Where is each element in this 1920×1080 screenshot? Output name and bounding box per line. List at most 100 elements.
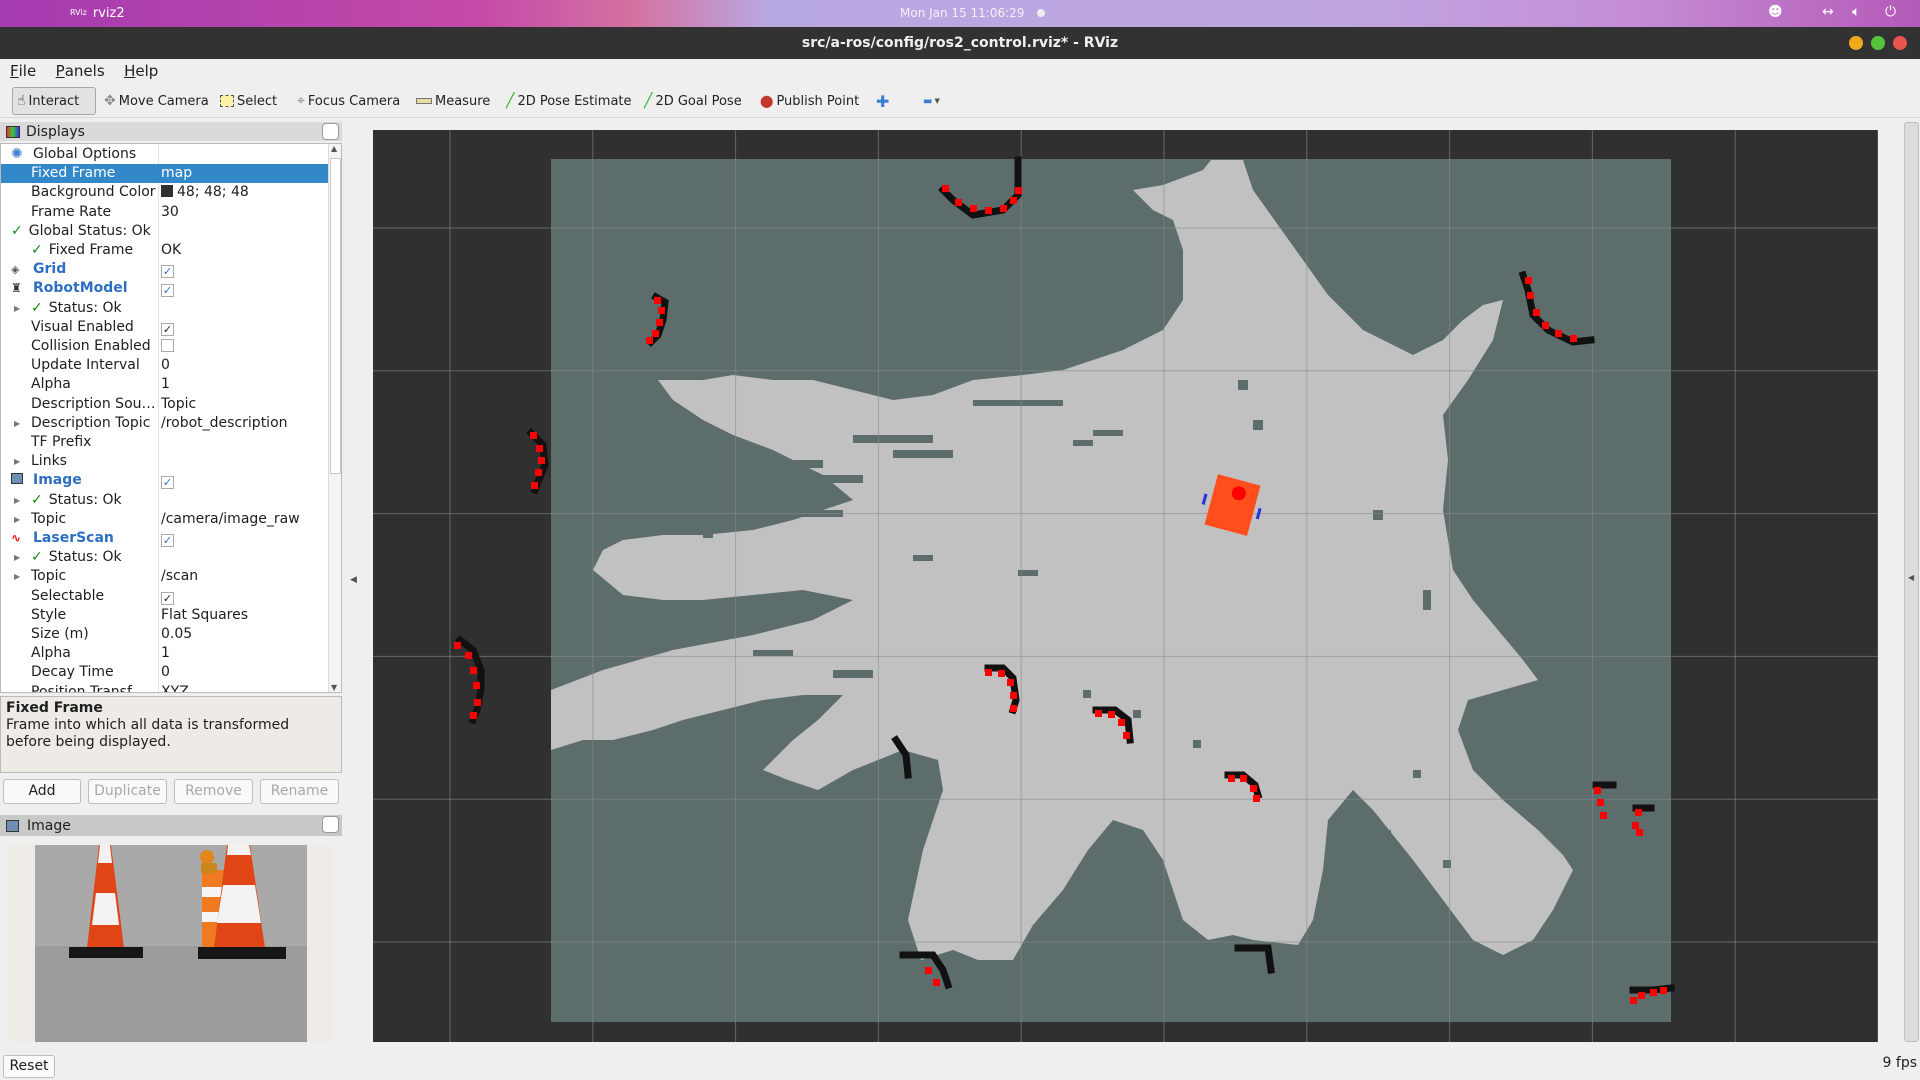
add-tool-button[interactable]: ✚ [872,87,893,115]
tree-row[interactable]: ▶ ✓ Status: Ok [1,491,328,510]
collapse-right-dock-handle[interactable]: ◀ [1904,122,1919,1042]
property-value[interactable]: OK [161,242,181,258]
select-tool-button[interactable]: Select [216,87,281,115]
property-label: Visual Enabled [31,318,134,335]
tree-row[interactable]: Selectable ✓ [1,587,328,606]
close-button[interactable] [1893,36,1907,50]
property-value[interactable]: /camera/image_raw [161,511,300,527]
color-swatch[interactable] [161,185,173,198]
property-value[interactable]: XYZ [161,684,189,692]
tree-row[interactable]: Alpha 1 [1,644,328,663]
scroll-up-icon[interactable]: ▲ [331,144,337,153]
map-render[interactable] [373,130,1878,1042]
remove-tool-button[interactable]: ▬ ▼ [919,87,944,115]
tree-row[interactable]: ▶ ✓ Status: Ok [1,299,328,318]
display-properties-tree[interactable]: ✺ Global Options Fixed Frame map Background … [0,143,342,693]
network-arrows-icon[interactable]: ↔ [1822,4,1834,20]
remove-display-button[interactable]: Remove [174,779,253,804]
property-value[interactable]: /scan [161,568,198,584]
publish-point-tool-button[interactable]: ⬤ Publish Point [756,87,863,115]
tree-row[interactable]: TF Prefix [1,433,328,452]
property-checkbox[interactable] [161,339,174,352]
property-value[interactable]: 0.05 [161,626,192,642]
expand-arrow-icon[interactable]: ▶ [14,299,20,318]
property-checkbox[interactable]: ✓ [161,322,174,336]
expand-arrow-icon[interactable]: ▶ [14,491,20,510]
goal-pose-tool-button[interactable]: ╱ 2D Goal Pose [640,87,746,115]
dropdown-arrow-icon[interactable]: ▼ [934,97,939,105]
property-value[interactable]: 48; 48; 48 [177,184,249,200]
tree-row[interactable]: Frame Rate 30 [1,203,328,222]
expand-arrow-icon[interactable]: ▶ [14,414,20,433]
property-value[interactable]: 1 [161,645,170,661]
menu-file[interactable]: File [0,59,41,80]
tree-row[interactable]: ✺ Global Options [1,145,328,164]
expand-arrow-icon[interactable]: ▶ [14,452,20,471]
tree-row[interactable]: ∿ LaserScan ✓ [1,529,328,548]
property-checkbox[interactable]: ✓ [161,284,174,298]
property-value[interactable]: map [161,165,192,181]
expand-arrow-icon[interactable]: ▶ [14,510,20,529]
collapse-left-dock-handle[interactable]: ◀ [350,575,357,585]
tree-row[interactable]: Visual Enabled ✓ [1,318,328,337]
property-checkbox[interactable]: ✓ [161,534,174,547]
tree-row[interactable]: Description Sou… Topic [1,395,328,414]
property-value[interactable]: 0 [161,664,170,680]
tree-row[interactable]: ▶ Links [1,452,328,471]
duplicate-display-button[interactable]: Duplicate [88,779,167,804]
tree-row[interactable]: ▶ Description Topic/robot_description [1,414,328,433]
tree-row[interactable]: ✓ Global Status: Ok [1,222,328,241]
tree-row[interactable]: Style Flat Squares [1,606,328,625]
tree-row[interactable]: Size (m) 0.05 [1,625,328,644]
power-icon[interactable]: ⏻ [1885,4,1896,20]
pose-estimate-tool-button[interactable]: ╱ 2D Pose Estimate [502,87,636,115]
expand-arrow-icon[interactable]: ▶ [14,548,20,567]
reset-view-button[interactable]: Reset [3,1055,55,1078]
property-checkbox[interactable]: ✓ [161,265,174,279]
face-emoji-icon[interactable]: ☻ [1768,4,1783,20]
property-value[interactable]: /robot_description [161,415,288,431]
undock-panel-button[interactable] [322,816,339,833]
3d-render-view[interactable] [373,130,1878,1042]
active-app-menu[interactable]: RViz rviz2 [70,6,125,21]
maximize-button[interactable] [1871,36,1885,50]
tree-row[interactable]: ▶ Topic/camera/image_raw [1,510,328,529]
property-checkbox[interactable]: ✓ [161,476,174,490]
tree-row[interactable]: Background Color 48; 48; 48 [1,183,328,202]
clock[interactable]: Mon Jan 15 11:06:29 [900,6,1024,20]
expand-arrow-icon[interactable]: ▶ [14,567,20,586]
rename-display-button[interactable]: Rename [260,779,339,804]
tree-row[interactable]: Decay Time 0 [1,663,328,682]
menu-help[interactable]: Help [114,59,163,80]
tree-row[interactable]: ◈ Grid ✓ [1,260,328,279]
measure-tool-button[interactable]: Measure [412,87,494,115]
tree-row[interactable]: Fixed Frame map [1,164,328,184]
tree-row[interactable]: ♜ RobotModel ✓ [1,279,328,298]
laser-point [652,330,659,337]
interact-tool-button[interactable]: ☝ Interact [12,87,96,115]
volume-icon[interactable]: 🔈︎ [1852,4,1860,20]
tree-scrollbar[interactable]: ▲ ▼ [328,144,341,692]
add-display-button[interactable]: Add [3,779,81,804]
tree-row[interactable]: ▶ Topic/scan [1,567,328,586]
menu-panels[interactable]: Panels [46,59,110,80]
property-value[interactable]: 0 [161,357,170,373]
property-value[interactable]: 30 [161,204,179,220]
property-value[interactable]: 1 [161,376,170,392]
focus-camera-tool-button[interactable]: ⌖ Focus Camera [293,87,404,115]
tree-row[interactable]: Position Transf… XYZ [1,683,328,692]
tree-row[interactable]: Alpha 1 [1,375,328,394]
scroll-down-icon[interactable]: ▼ [331,683,337,692]
tree-row[interactable]: Collision Enabled [1,337,328,356]
property-checkbox[interactable]: ✓ [161,591,174,605]
tree-row[interactable]: ✓ Fixed Frame OK [1,241,328,260]
undock-panel-button[interactable] [322,123,339,140]
property-value[interactable]: Flat Squares [161,607,248,623]
tree-row[interactable]: ▶ ✓ Status: Ok [1,548,328,567]
scrollbar-thumb[interactable] [330,158,341,474]
property-value[interactable]: Topic [161,396,196,412]
tree-row[interactable]: Update Interval 0 [1,356,328,375]
tree-row[interactable]: Image ✓ [1,471,328,490]
minimize-button[interactable] [1849,36,1863,50]
move-camera-tool-button[interactable]: ✥ Move Camera [100,87,213,115]
